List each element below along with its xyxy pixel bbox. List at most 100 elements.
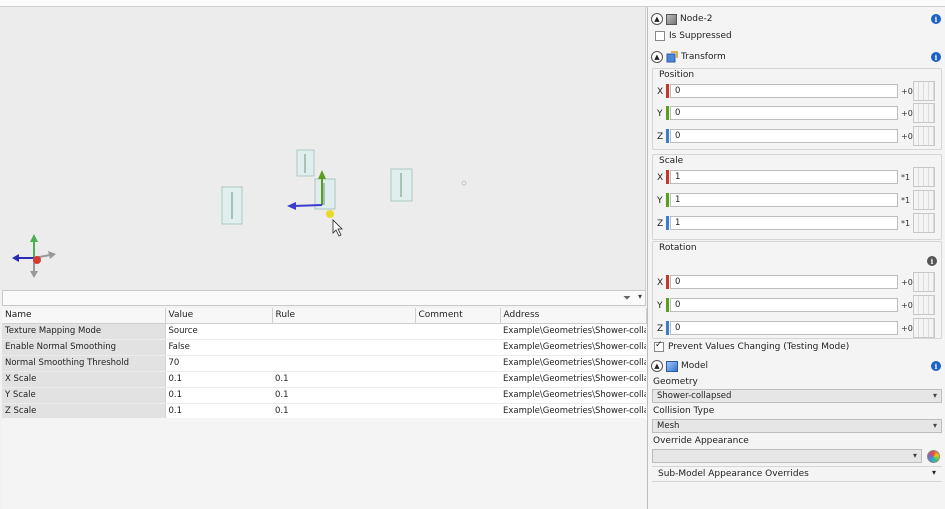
- scene-object-4[interactable]: [390, 168, 413, 202]
- chevron-down-icon[interactable]: ▾: [933, 390, 937, 402]
- collision-type-select[interactable]: Mesh ▾: [652, 419, 942, 433]
- rotation-x-input[interactable]: 0: [670, 275, 898, 289]
- override-appearance-select[interactable]: ▾: [652, 449, 922, 463]
- cell-name: Texture Mapping Mode: [2, 323, 166, 340]
- rotation-y-input[interactable]: 0: [670, 298, 898, 312]
- filter-icon[interactable]: ⏷: [623, 293, 631, 304]
- info-icon[interactable]: i: [931, 52, 941, 62]
- cell-address: Example\Geometries\Shower-collapsed: [500, 371, 646, 388]
- submodel-overrides-row[interactable]: Sub-Model Appearance Overrides ▾: [652, 466, 942, 482]
- table-row[interactable]: Normal Smoothing Threshold 70 Example\Ge…: [2, 355, 646, 372]
- cell-comment[interactable]: [415, 371, 500, 388]
- scale-y-spinner[interactable]: [913, 190, 935, 210]
- scene-point: [461, 180, 467, 186]
- is-suppressed-label: Is Suppressed: [669, 31, 732, 41]
- property-filter-bar[interactable]: ⏷ ▾: [2, 290, 646, 306]
- column-header-value[interactable]: Value: [165, 308, 273, 324]
- rotation-z-spinner[interactable]: [913, 318, 935, 338]
- cell-value[interactable]: 0.1: [165, 403, 272, 420]
- scale-x-input[interactable]: 1: [670, 170, 898, 184]
- scene-canvas[interactable]: [0, 7, 646, 290]
- cell-value[interactable]: 0.1: [165, 387, 272, 404]
- info-icon[interactable]: i: [931, 14, 941, 24]
- rotation-info-icon[interactable]: i: [927, 256, 937, 266]
- cell-address: Example\Geometries\Shower-collapsed: [500, 355, 646, 372]
- position-y-axis-label: Y: [657, 109, 663, 119]
- position-label: Position: [659, 70, 695, 80]
- column-header-name[interactable]: Name: [2, 308, 166, 324]
- info-icon[interactable]: i: [931, 361, 941, 371]
- rotation-y-axis-label: Y: [657, 301, 663, 311]
- y-axis-color-bar: [666, 193, 669, 207]
- cell-value[interactable]: 0.1: [165, 371, 272, 388]
- table-empty-area: [2, 418, 646, 509]
- property-panel: ▲ Node-2 i Is Suppressed ▲ Transform i P…: [647, 7, 945, 509]
- cell-comment[interactable]: [415, 355, 500, 372]
- cell-address: Example\Geometries\Shower-collapsed: [500, 403, 646, 420]
- position-x-spinner[interactable]: [913, 81, 935, 101]
- cell-comment[interactable]: [415, 339, 500, 356]
- transform-section-header[interactable]: ▲ Transform: [651, 49, 726, 65]
- column-header-address[interactable]: Address: [500, 308, 647, 324]
- scale-z-input[interactable]: 1: [670, 216, 898, 230]
- cell-comment[interactable]: [415, 387, 500, 404]
- model-section-header[interactable]: ▲ Model: [651, 358, 708, 374]
- cell-name: Enable Normal Smoothing: [2, 339, 166, 356]
- collapse-icon[interactable]: ▲: [651, 13, 663, 25]
- position-z-spinner[interactable]: [913, 126, 935, 146]
- cell-rule[interactable]: 0.1: [272, 371, 415, 388]
- column-header-comment[interactable]: Comment: [415, 308, 501, 324]
- rotation-x-spinner[interactable]: [913, 272, 935, 292]
- z-axis-color-bar: [666, 216, 669, 230]
- filter-dropdown-icon[interactable]: ▾: [638, 292, 642, 301]
- cell-rule[interactable]: [272, 355, 415, 372]
- cell-value[interactable]: Source: [165, 323, 272, 340]
- chevron-down-icon[interactable]: ▾: [932, 468, 936, 477]
- table-row[interactable]: Texture Mapping Mode Source Example\Geom…: [2, 323, 646, 340]
- position-z-input[interactable]: 0: [670, 129, 898, 143]
- window-top-edge: [0, 0, 945, 7]
- cell-name: Normal Smoothing Threshold: [2, 355, 166, 372]
- table-row[interactable]: Z Scale 0.1 0.1 Example\Geometries\Showe…: [2, 403, 646, 420]
- chevron-down-icon[interactable]: ▾: [913, 450, 917, 462]
- is-suppressed-checkbox[interactable]: [655, 31, 665, 41]
- cell-value[interactable]: 70: [165, 355, 272, 372]
- position-y-spinner[interactable]: [913, 103, 935, 123]
- scale-y-input[interactable]: 1: [670, 193, 898, 207]
- scale-group: Scale X 1 *1 Y 1 *1 Z 1 *1: [652, 154, 942, 240]
- cell-rule[interactable]: 0.1: [272, 387, 415, 404]
- table-row[interactable]: Y Scale 0.1 0.1 Example\Geometries\Showe…: [2, 387, 646, 404]
- scale-x-spinner[interactable]: [913, 167, 935, 187]
- geometry-select[interactable]: Shower-collapsed ▾: [652, 389, 942, 403]
- rotation-z-input[interactable]: 0: [670, 321, 898, 335]
- node-title: Node-2: [680, 14, 713, 24]
- position-x-input[interactable]: 0: [670, 84, 898, 98]
- model-title: Model: [681, 361, 709, 371]
- rotation-x-offset: +0: [901, 278, 913, 287]
- scene-object-1[interactable]: [296, 149, 315, 177]
- node-section-header[interactable]: ▲ Node-2: [651, 11, 712, 27]
- scale-z-spinner[interactable]: [913, 213, 935, 233]
- cell-rule[interactable]: [272, 339, 415, 356]
- position-y-input[interactable]: 0: [670, 106, 898, 120]
- cell-rule[interactable]: [272, 323, 415, 340]
- collapse-icon[interactable]: ▲: [651, 360, 663, 372]
- chevron-down-icon[interactable]: ▾: [933, 420, 937, 432]
- cell-value[interactable]: False: [165, 339, 272, 356]
- 3d-viewport[interactable]: [0, 7, 646, 290]
- rotation-label: Rotation: [659, 243, 697, 253]
- cell-comment[interactable]: [415, 403, 500, 420]
- collision-type-label: Collision Type: [653, 406, 715, 416]
- position-x-offset: +0: [901, 87, 913, 96]
- rotation-y-spinner[interactable]: [913, 295, 935, 315]
- table-row[interactable]: Enable Normal Smoothing False Example\Ge…: [2, 339, 646, 356]
- rotation-group: Rotation i X 0 +0 Y 0 +0 Z 0 +0: [652, 241, 942, 339]
- palette-icon[interactable]: [927, 450, 940, 463]
- cell-rule[interactable]: 0.1: [272, 403, 415, 420]
- table-row[interactable]: X Scale 0.1 0.1 Example\Geometries\Showe…: [2, 371, 646, 388]
- cell-comment[interactable]: [415, 323, 500, 340]
- scene-object-2[interactable]: [221, 186, 243, 225]
- prevent-values-checkbox[interactable]: [654, 340, 664, 352]
- collapse-icon[interactable]: ▲: [651, 51, 663, 63]
- column-header-rule[interactable]: Rule: [272, 308, 416, 324]
